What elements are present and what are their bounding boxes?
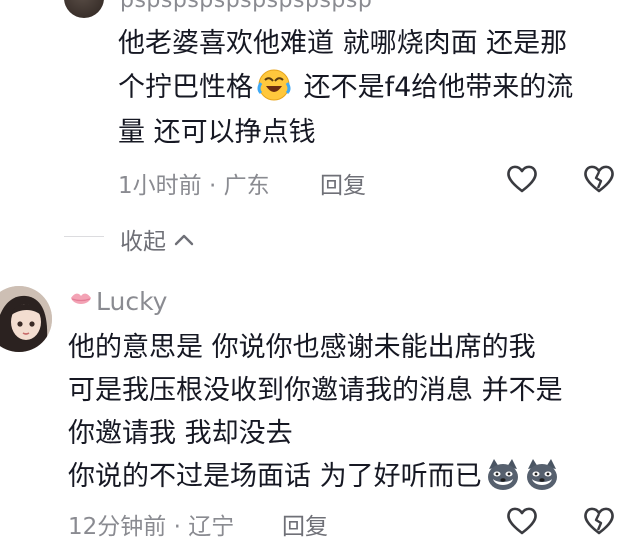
reply-button[interactable]: 回复 <box>282 507 328 541</box>
collapse-button[interactable]: 收起 <box>120 222 195 256</box>
comment-text-segment: 还不是f4给他带来的流 <box>295 72 574 103</box>
comment-text-segment: 你说的不过是场面话 为了好听而已 <box>68 461 482 492</box>
comment-text-line: 你邀请我 我却没去 <box>68 418 293 449</box>
username-text: Lucky <box>96 287 168 316</box>
comment-text-line: 量 还可以挣点钱 <box>118 117 316 148</box>
divider <box>64 236 104 237</box>
comment-text-line: 可是我压根没收到你邀请我的消息 并不是 <box>68 375 563 406</box>
collapse-label: 收起 <box>120 229 166 255</box>
comment-text-line: 他的意思是 你说你也感谢未能出席的我 <box>68 332 536 363</box>
separator-dot: · <box>173 514 181 540</box>
comment-username[interactable]: pspspspspspspspspsp <box>120 0 372 13</box>
broken-heart-icon[interactable] <box>583 506 615 536</box>
separator-dot: · <box>208 173 217 199</box>
heart-icon[interactable] <box>506 164 538 194</box>
comment-text-line: 他老婆喜欢他难道 就哪烧肉面 还是那 <box>118 28 568 59</box>
avatar[interactable] <box>64 0 104 18</box>
laughing-crying-emoji <box>257 68 291 102</box>
comment-text-segment: 个拧巴性格 <box>118 72 253 103</box>
broken-heart-icon[interactable] <box>583 164 615 194</box>
comment-meta: 1小时前 · 广东 <box>118 166 270 200</box>
comment-meta: 12分钟前 · 辽宁 <box>68 507 234 541</box>
reply-button[interactable]: 回复 <box>320 166 366 200</box>
comment-location: 辽宁 <box>188 514 235 540</box>
comment-text-line: 你说的不过是场面话 为了好听而已 <box>68 455 560 499</box>
dog-emoji <box>524 457 560 493</box>
comment-username[interactable]: Lucky <box>68 287 167 316</box>
heart-icon[interactable] <box>506 506 538 536</box>
lips-icon <box>68 289 94 313</box>
comment-text-line: 个拧巴性格 还不是f4给他带来的流 <box>118 66 573 110</box>
comment-time: 1小时前 <box>118 173 202 199</box>
comment-time: 12分钟前 <box>68 514 167 540</box>
chevron-up-icon <box>173 233 195 247</box>
avatar[interactable] <box>0 286 52 352</box>
dog-emoji <box>485 457 521 493</box>
comment-location: 广东 <box>223 173 270 199</box>
